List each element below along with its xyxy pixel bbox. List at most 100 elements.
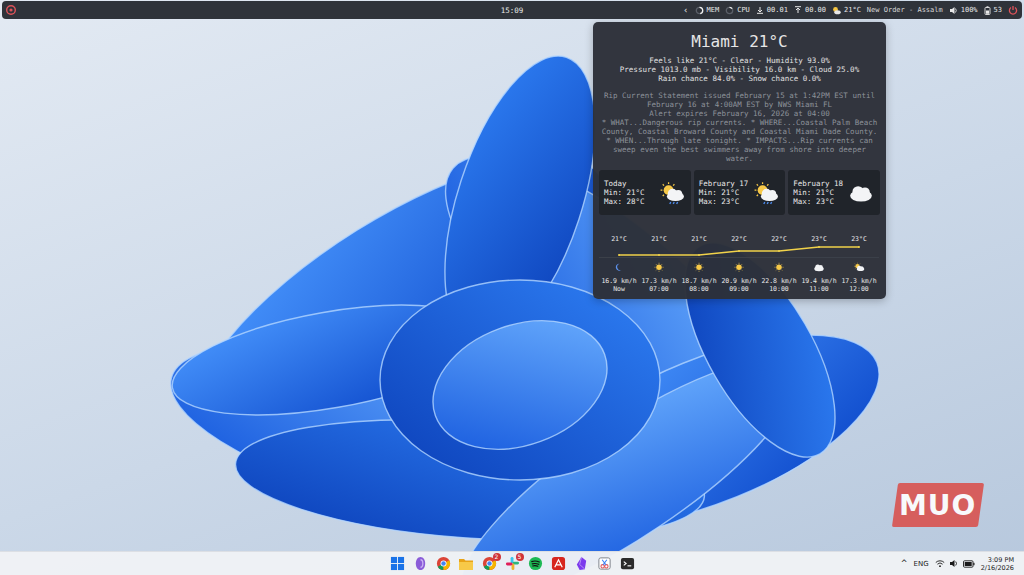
taskbar-app[interactable] xyxy=(573,555,590,573)
chart-point xyxy=(738,250,740,252)
weather-title: Miami 21°C xyxy=(599,32,880,52)
chart-point xyxy=(618,254,620,256)
quick-settings[interactable] xyxy=(935,559,975,568)
hour-icon-cell xyxy=(599,261,639,273)
taskbar-clock[interactable]: 3:09 PM2/16/2026 xyxy=(981,556,1014,572)
hour-time: 08:00 xyxy=(679,285,719,293)
hour-temp: 21°C xyxy=(639,235,679,244)
clear-night-icon xyxy=(613,262,625,273)
detail-line: Feels like 21°C - Clear - Humidity 93.0% xyxy=(599,56,880,65)
terminal-icon[interactable] xyxy=(620,556,635,571)
weather-icon xyxy=(832,6,841,15)
taskbar-app[interactable] xyxy=(435,555,452,573)
taskbar-app[interactable] xyxy=(596,555,613,573)
taskbar-app[interactable] xyxy=(527,555,544,573)
day-card[interactable]: TodayMin: 21°CMax: 28°C xyxy=(599,170,691,215)
weather-alert: Rip Current Statement issued February 15… xyxy=(599,91,880,163)
hour-wind: 22.8 km/h xyxy=(759,277,799,285)
chart-point xyxy=(658,254,660,256)
chart-point xyxy=(778,250,780,252)
chart-segment xyxy=(659,254,699,255)
sunny-icon xyxy=(653,262,665,273)
hour-time: 12:00 xyxy=(839,285,879,293)
hour-time: 11:00 xyxy=(799,285,839,293)
showers-icon xyxy=(752,181,780,205)
battery-icon xyxy=(984,6,991,15)
temperature-chart xyxy=(599,244,879,258)
speaker-icon[interactable] xyxy=(949,559,959,568)
hour-icon-cell xyxy=(759,261,799,273)
partly-cloudy-icon xyxy=(853,262,865,273)
chart-point xyxy=(858,246,860,248)
taskbar-app[interactable]: 2 xyxy=(481,555,498,573)
meter-fill xyxy=(726,7,732,13)
meter-widget[interactable]: CPU xyxy=(725,6,750,15)
taskbar-app[interactable] xyxy=(619,555,636,573)
meter-ring-icon xyxy=(725,6,734,15)
menu-logo-icon[interactable] xyxy=(6,5,16,15)
expand-button[interactable]: ‹ xyxy=(683,5,688,15)
weather-temp: 21°C xyxy=(844,6,861,14)
volume-widget[interactable]: 100% xyxy=(949,6,978,15)
battery-icon[interactable] xyxy=(963,560,975,568)
day-name: February 18 xyxy=(793,179,843,188)
battery-widget[interactable]: 53 xyxy=(984,6,1002,15)
taskbar-app[interactable] xyxy=(412,555,429,573)
day-card[interactable]: February 17Min: 21°CMax: 23°C xyxy=(694,170,786,215)
explorer-icon[interactable] xyxy=(458,557,474,571)
power-icon[interactable] xyxy=(1008,5,1018,15)
acrobat-icon[interactable] xyxy=(551,556,566,571)
sunny-icon xyxy=(733,262,745,273)
day-max: Max: 23°C xyxy=(793,197,843,206)
snipping-icon[interactable] xyxy=(597,556,612,571)
sunny-icon xyxy=(693,262,705,273)
hour-icon-cell xyxy=(799,261,839,273)
taskbar-app[interactable] xyxy=(458,555,475,573)
wifi-icon[interactable] xyxy=(935,559,945,568)
chart-baseline xyxy=(599,257,879,258)
upload-widget: 00.00 xyxy=(794,6,826,14)
hour-temp: 21°C xyxy=(679,235,719,244)
chart-point xyxy=(818,246,820,248)
hour-time: Now xyxy=(599,285,639,293)
volume-level: 100% xyxy=(961,6,978,14)
detail-line: Rain chance 84.0% - Snow chance 0.0% xyxy=(599,74,880,83)
media-title[interactable]: New Order - Assalm xyxy=(867,6,943,14)
day-max: Max: 28°C xyxy=(604,197,645,206)
weather-widget[interactable]: 21°C xyxy=(832,6,861,15)
chrome-icon[interactable] xyxy=(436,556,451,571)
meter-widget[interactable]: MEM xyxy=(695,6,720,15)
top-clock: 15:09 xyxy=(501,6,524,15)
showers-icon xyxy=(658,181,686,205)
spotify-icon[interactable] xyxy=(528,556,543,571)
language-indicator[interactable]: ENG xyxy=(914,560,929,568)
notification-badge: 5 xyxy=(516,553,524,561)
day-name: February 17 xyxy=(699,179,749,188)
meter-label: MEM xyxy=(707,6,720,14)
meter-fill xyxy=(696,7,702,13)
cloudy-icon xyxy=(813,262,825,273)
watermark-text: MUO xyxy=(899,489,976,522)
hourly-forecast: 21°C21°C21°C22°C22°C23°C23°C16.9 km/h17.… xyxy=(599,235,879,293)
upload-icon xyxy=(794,6,802,14)
tray-overflow-button[interactable]: ^ xyxy=(901,559,908,568)
download-icon xyxy=(756,6,764,14)
obsidian-icon[interactable] xyxy=(574,556,589,571)
taskbar-app[interactable] xyxy=(389,555,406,573)
taskbar-app[interactable]: 5 xyxy=(504,555,521,573)
copilot-icon[interactable] xyxy=(413,556,428,571)
chart-segment xyxy=(619,254,659,255)
hour-temp: 22°C xyxy=(759,235,799,244)
detail-line: Pressure 1013.0 mb - Visibility 16.0 km … xyxy=(599,65,880,74)
hour-time: 07:00 xyxy=(639,285,679,293)
taskbar-app[interactable] xyxy=(550,555,567,573)
forecast-days: TodayMin: 21°CMax: 28°CFebruary 17Min: 2… xyxy=(599,170,880,215)
hour-icon-cell xyxy=(719,261,759,273)
desktop: MUO Miami 21°C Feels like 21°C - Clear - H… xyxy=(0,19,1024,551)
hour-wind: 19.4 km/h xyxy=(799,277,839,285)
chart-segment xyxy=(739,250,779,251)
chart-point xyxy=(698,254,700,256)
start-icon[interactable] xyxy=(390,556,405,571)
hour-icon-cell xyxy=(639,261,679,273)
day-card[interactable]: February 18Min: 21°CMax: 23°C xyxy=(788,170,880,215)
